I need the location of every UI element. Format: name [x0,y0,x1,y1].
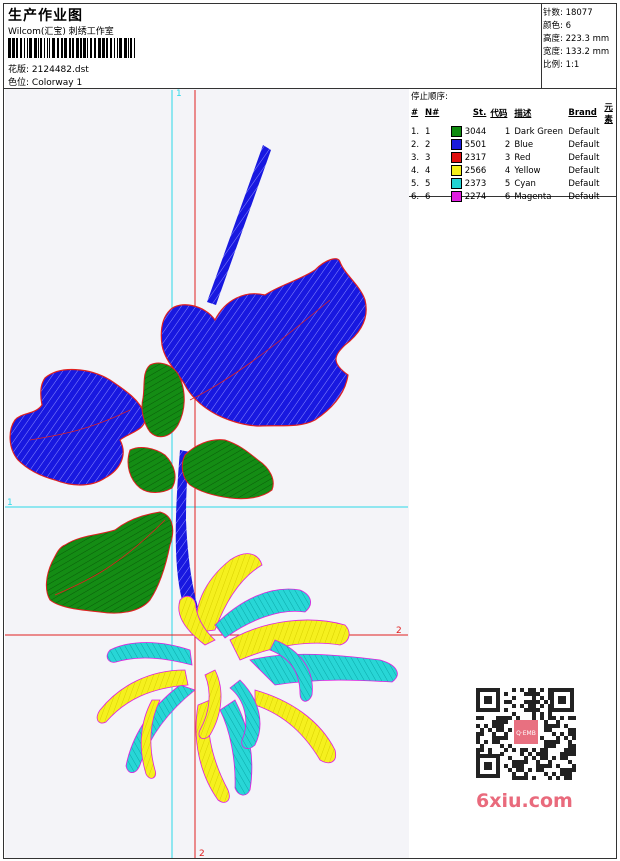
leaf-green-middle [141,362,185,438]
mark-left: 1 [7,498,13,508]
mark-bottom: 2 [199,849,205,859]
leaf-green-small [127,447,176,493]
qr-logo-text: Q·EMB [516,730,536,737]
leaf-blue-small [9,368,146,486]
mark-right: 2 [396,626,402,636]
watermark-text: 6xiu.com [476,790,573,812]
leaf-green-right [181,439,274,500]
mark-top: 1 [176,89,182,99]
leaf-blue-large [160,258,367,427]
stem-upper [207,145,271,305]
leaf-green-lower [45,511,174,614]
qr-code-icon: Q·EMB [472,684,580,782]
